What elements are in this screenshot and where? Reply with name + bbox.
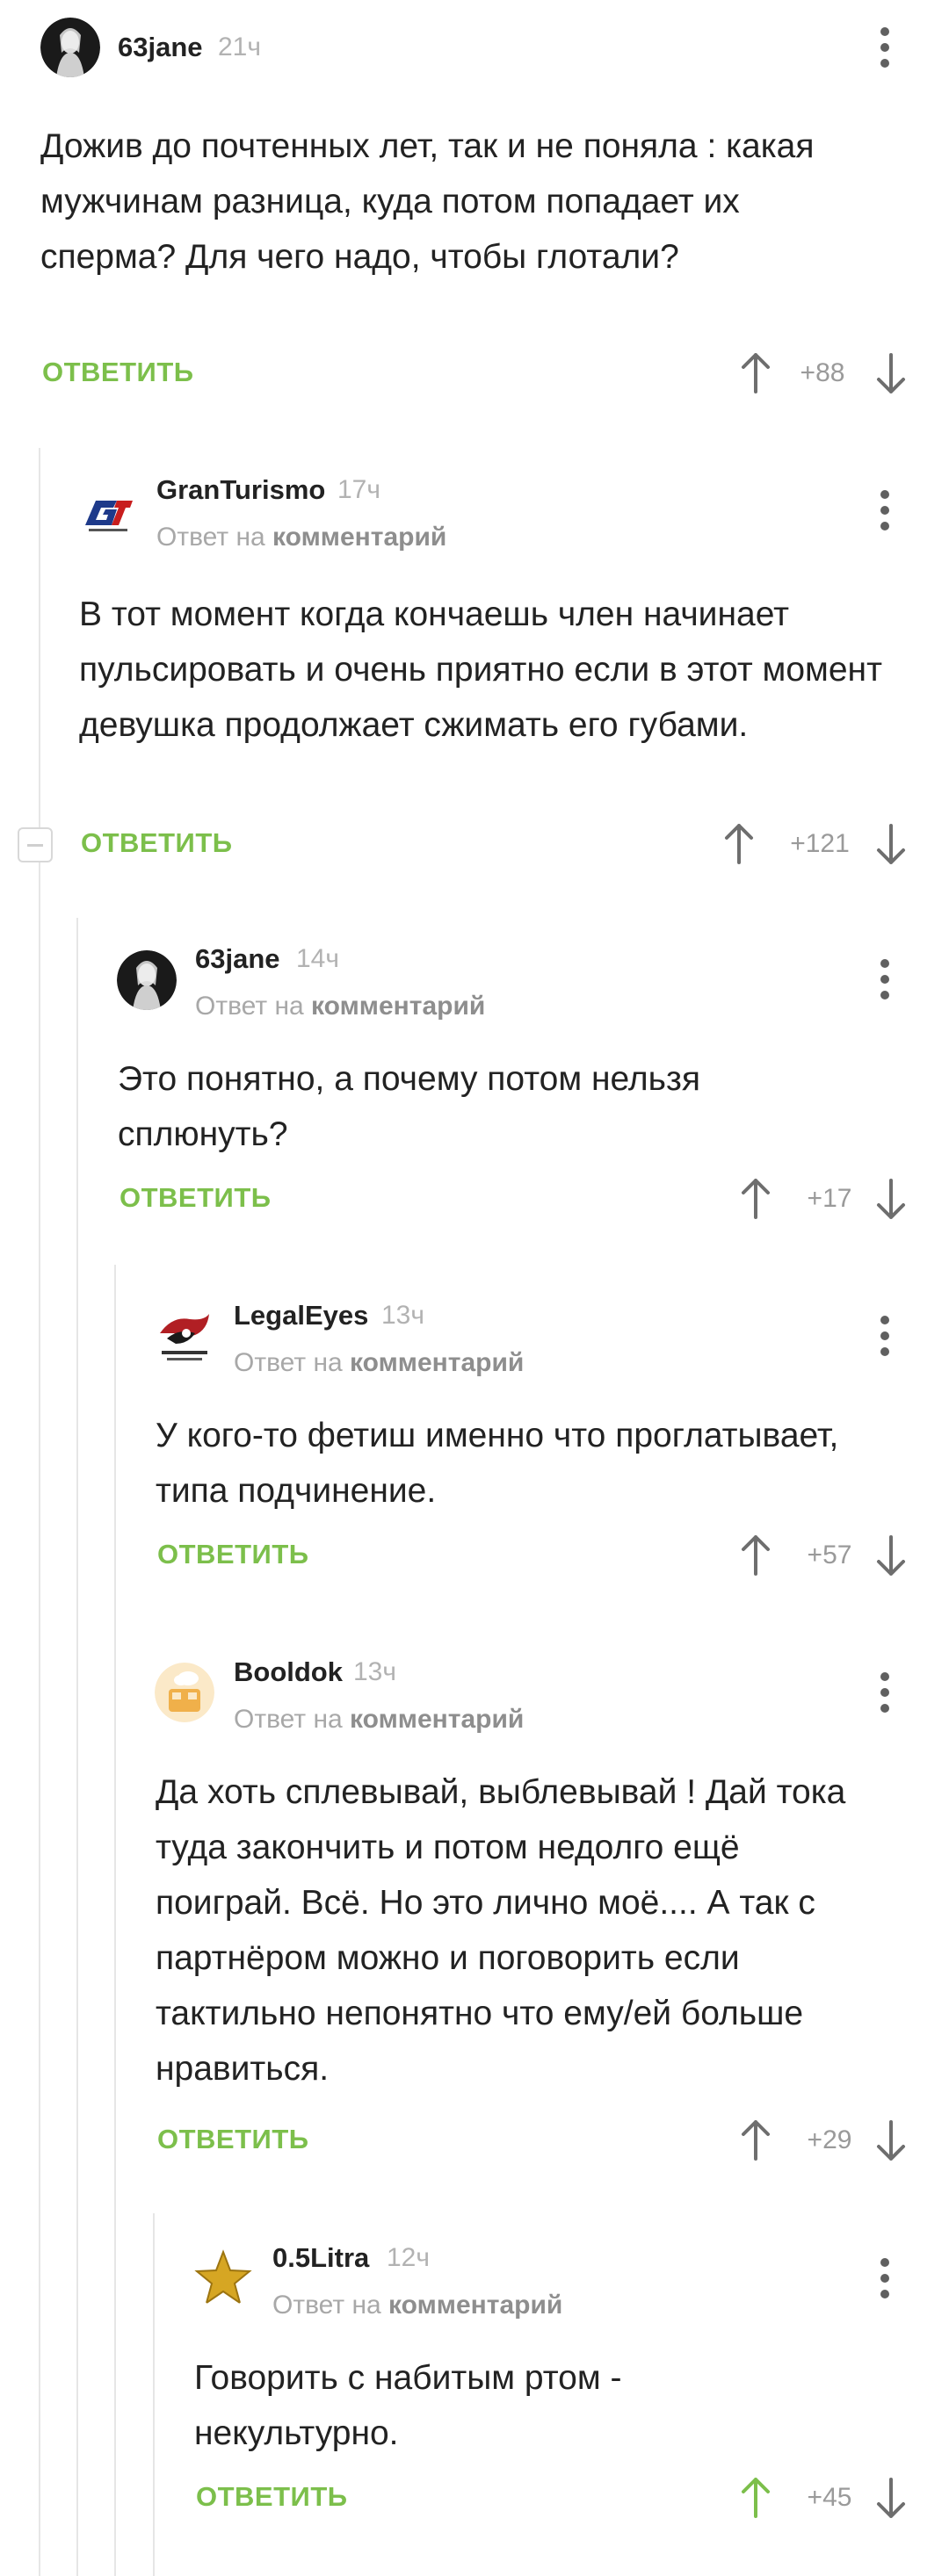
score: +17 <box>807 1184 852 1213</box>
reply-button[interactable]: ОТВЕТИТЬ <box>157 1539 309 1570</box>
comment-text: Дожив до почтенных лет, так и не поняла … <box>40 127 815 276</box>
thread-line <box>114 1265 116 2576</box>
reply-to: Ответ на комментарий <box>195 992 485 1021</box>
reply-to-link[interactable]: комментарий <box>272 523 446 552</box>
comment-text: У кого-то фетиш именно что проглатывает,… <box>156 1417 839 1510</box>
score: +57 <box>807 1541 852 1569</box>
comment-time: 12ч <box>387 2243 430 2272</box>
reply-to-link[interactable]: комментарий <box>350 1705 524 1734</box>
reply-button[interactable]: ОТВЕТИТЬ <box>42 357 194 388</box>
more-options-icon[interactable] <box>876 1672 894 1713</box>
reply-button[interactable]: ОТВЕТИТЬ <box>81 827 233 859</box>
comment-time: 17ч <box>337 475 380 504</box>
avatar-image-icon <box>40 18 100 77</box>
more-options-icon[interactable] <box>876 27 894 68</box>
comment-time: 13ч <box>353 1657 396 1686</box>
avatar[interactable] <box>155 1307 214 1367</box>
avatar[interactable] <box>155 1663 214 1722</box>
comment-time: 13ч <box>381 1301 424 1330</box>
reply-to: Ответ на комментарий <box>156 523 446 552</box>
upvote-icon[interactable] <box>741 1535 771 1576</box>
comment-text: Да хоть сплевывай, выблевывай ! Дай тока… <box>156 1773 846 2088</box>
reply-button[interactable]: ОТВЕТИТЬ <box>196 2481 348 2513</box>
author-name[interactable]: 63jane <box>195 943 280 975</box>
reply-prefix: Ответ на <box>234 1348 343 1377</box>
reply-to-link[interactable]: комментарий <box>388 2291 562 2320</box>
reply-prefix: Ответ на <box>272 2291 381 2320</box>
reply-to-link[interactable]: комментарий <box>311 992 485 1021</box>
gran-turismo-logo-icon <box>85 501 133 531</box>
avatar[interactable] <box>40 18 100 77</box>
more-options-icon[interactable] <box>876 2258 894 2298</box>
downvote-icon[interactable] <box>876 2478 906 2518</box>
upvote-icon[interactable] <box>741 1179 771 1219</box>
score: +88 <box>800 358 845 387</box>
reply-prefix: Ответ на <box>195 992 304 1021</box>
avatar[interactable] <box>117 950 177 1010</box>
reply-to: Ответ на комментарий <box>234 1348 524 1378</box>
gold-star-icon <box>194 2249 252 2305</box>
comment-text: В тот момент когда кончаешь член начинае… <box>79 595 882 744</box>
downvote-icon[interactable] <box>876 824 906 864</box>
more-options-icon[interactable] <box>876 1316 894 1356</box>
reply-button[interactable]: ОТВЕТИТЬ <box>157 2124 309 2155</box>
reply-to: Ответ на комментарий <box>234 1705 524 1735</box>
author-name[interactable]: GranTurismo <box>156 474 325 506</box>
thread-line <box>39 448 40 2576</box>
comment-text: Это понятно, а почему потом нельзя сплюн… <box>118 1060 700 1153</box>
upvote-icon[interactable] <box>724 824 754 864</box>
upvote-icon[interactable] <box>741 353 771 393</box>
author-name[interactable]: 0.5Litra <box>272 2242 369 2274</box>
score: +45 <box>807 2483 852 2512</box>
upvote-icon[interactable] <box>741 2120 771 2161</box>
rog-logo-icon <box>160 1314 209 1360</box>
cartoon-avatar-icon <box>155 1663 214 1722</box>
thread-line <box>153 2213 155 2576</box>
author-name[interactable]: 63jane <box>118 32 203 63</box>
downvote-icon[interactable] <box>876 353 906 393</box>
downvote-icon[interactable] <box>876 1535 906 1576</box>
comment-time: 14ч <box>296 944 339 973</box>
score: +29 <box>807 2125 852 2154</box>
comment-time: 21ч <box>218 32 261 61</box>
reply-prefix: Ответ на <box>156 523 265 552</box>
comment-text: Говорить с набитым ртом - некультурно. <box>194 2359 622 2452</box>
collapse-thread-button[interactable] <box>18 827 53 862</box>
author-name[interactable]: Booldok <box>234 1656 343 1688</box>
avatar[interactable] <box>193 2248 253 2308</box>
downvote-icon[interactable] <box>876 1179 906 1219</box>
downvote-icon[interactable] <box>876 2120 906 2161</box>
more-options-icon[interactable] <box>876 959 894 999</box>
more-options-icon[interactable] <box>876 490 894 530</box>
thread-line <box>76 918 78 2576</box>
upvote-icon[interactable] <box>741 2478 771 2518</box>
score: +121 <box>790 829 850 858</box>
avatar[interactable] <box>78 481 138 541</box>
reply-to-link[interactable]: комментарий <box>350 1348 524 1377</box>
author-name[interactable]: LegalEyes <box>234 1300 368 1331</box>
reply-prefix: Ответ на <box>234 1705 343 1734</box>
avatar-image-icon <box>117 950 177 1010</box>
reply-to: Ответ на комментарий <box>272 2291 562 2320</box>
reply-button[interactable]: ОТВЕТИТЬ <box>120 1182 272 1214</box>
